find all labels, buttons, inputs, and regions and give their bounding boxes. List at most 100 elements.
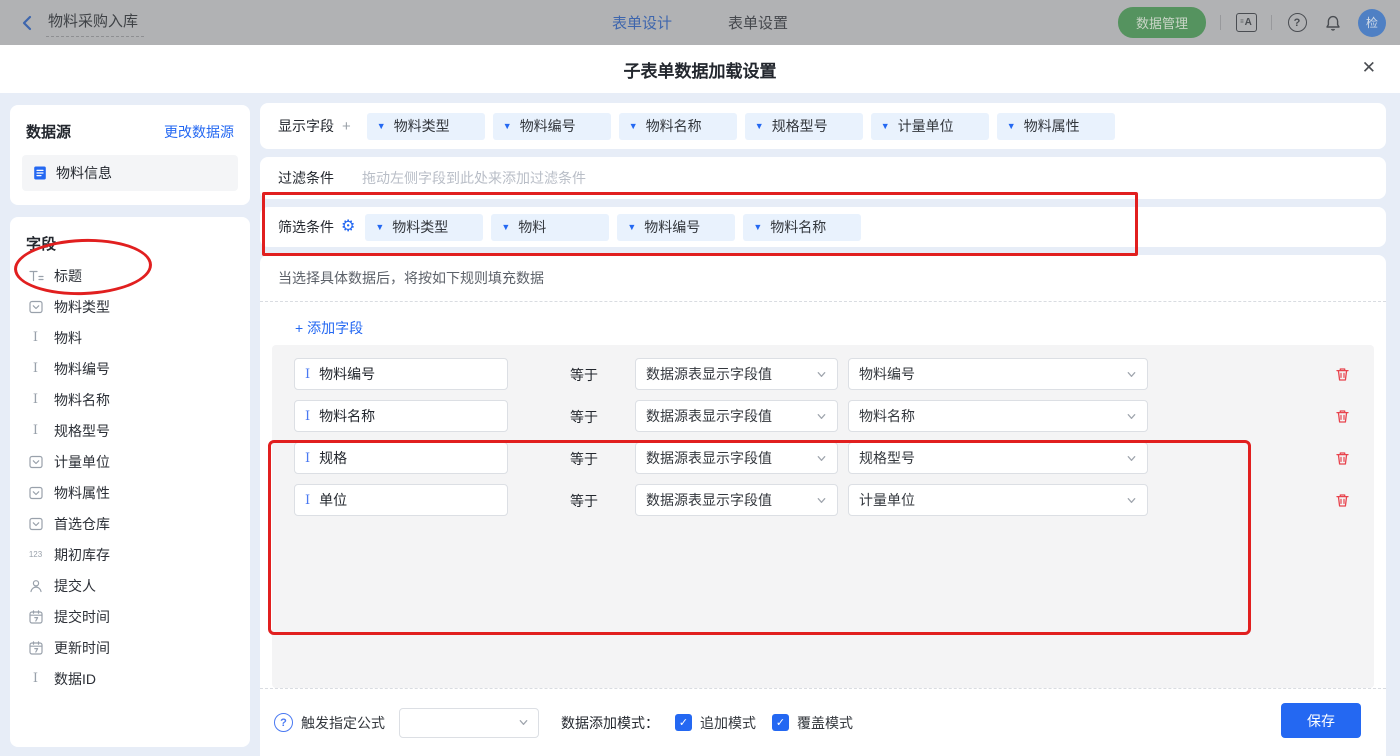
field-tag[interactable]: ▼ 计量单位 <box>870 112 989 140</box>
rule-source-select[interactable]: 数据源表显示字段值 <box>635 484 838 516</box>
back-arrow-icon[interactable] <box>18 14 36 32</box>
change-datasource-link[interactable]: 更改数据源 <box>164 122 234 142</box>
field-list-item[interactable]: I 物料 <box>10 322 250 353</box>
tag-label: 物料属性 <box>1023 118 1080 134</box>
add-field-link[interactable]: + 添加字段 <box>295 318 363 338</box>
field-list-item[interactable]: 首选仓库 <box>10 508 250 539</box>
datasource-title: 数据源 <box>26 124 72 141</box>
display-fields-label: 显示字段 <box>278 118 334 134</box>
field-tag[interactable]: ▼ 物料类型 <box>365 213 484 241</box>
display-fields-row: 显示字段 + ▼ 物料类型 ▼ 物料编号 ▼ 物料名称 ▼ 规格型号 ▼ 计量单位 ▼ 物料属性 <box>260 103 1386 149</box>
select-field-icon <box>27 298 44 315</box>
trash-icon[interactable] <box>1334 492 1351 509</box>
field-list-item[interactable]: I 物料名称 <box>10 384 250 415</box>
rule-value-select[interactable]: 物料名称 <box>848 400 1148 432</box>
tag-label: 物料 <box>518 219 547 235</box>
rule-source-select[interactable]: 数据源表显示字段值 <box>635 442 838 474</box>
field-tag[interactable]: ▼ 物料名称 <box>743 213 862 241</box>
field-tag[interactable]: ▼ 物料 <box>491 213 610 241</box>
caret-down-icon: ▼ <box>628 121 638 131</box>
field-tag[interactable]: ▼ 物料编号 <box>617 213 736 241</box>
field-list-item[interactable]: 物料类型 <box>10 291 250 322</box>
modal-footer: ? 触发指定公式 数据添加模式： ✓ 追加模式 ✓ 覆盖模式 保存 <box>260 688 1386 756</box>
mode-checkbox-追加模式[interactable]: ✓ 追加模式 <box>675 713 756 733</box>
rule-value-select[interactable]: 计量单位 <box>848 484 1148 516</box>
tag-label: 物料名称 <box>645 118 702 134</box>
rule-target-label: 物料名称 <box>319 408 376 424</box>
select-field-icon <box>27 515 44 532</box>
mode-checkboxes: ✓ 追加模式 ✓ 覆盖模式 <box>659 713 853 733</box>
caret-down-icon: ▼ <box>753 222 763 232</box>
notification-bell-icon[interactable] <box>1322 12 1344 34</box>
translate-icon[interactable]: ≡ A <box>1235 12 1257 34</box>
form-name[interactable]: 物料采购入库 <box>46 8 145 37</box>
field-list-item[interactable]: 提交人 <box>10 570 250 601</box>
field-list-item[interactable]: 计量单位 <box>10 446 250 477</box>
data-add-mode-label: 数据添加模式： <box>561 714 659 731</box>
field-list-item[interactable]: 123 期初库存 <box>10 539 250 570</box>
rule-target-field: I 物料名称 <box>294 400 508 432</box>
help-circle-icon[interactable]: ? <box>274 713 293 732</box>
trash-icon[interactable] <box>1334 450 1351 467</box>
tag-label: 物料类型 <box>392 219 449 235</box>
person-field-icon <box>27 577 44 594</box>
rule-value-select[interactable]: 规格型号 <box>848 442 1148 474</box>
field-tag[interactable]: ▼ 规格型号 <box>744 112 863 140</box>
text-field-icon: I <box>305 366 311 382</box>
field-tag[interactable]: ▼ 物料编号 <box>492 112 611 140</box>
field-list-item[interactable]: I 数据ID <box>10 663 250 694</box>
field-label: 物料编号 <box>54 360 110 377</box>
text-field-icon: I <box>32 423 39 438</box>
mode-checkbox-label: 追加模式 <box>700 714 756 731</box>
field-list-item[interactable]: I 规格型号 <box>10 415 250 446</box>
rule-value-select[interactable]: 物料编号 <box>848 358 1148 390</box>
field-list-item[interactable]: I 物料编号 <box>10 353 250 384</box>
rule-source-select[interactable]: 数据源表显示字段值 <box>635 400 838 432</box>
field-label: 标题 <box>54 267 82 284</box>
trash-icon[interactable] <box>1334 408 1351 425</box>
field-label: 计量单位 <box>54 453 110 470</box>
field-tag[interactable]: ▼ 物料类型 <box>366 112 485 140</box>
select-field-icon <box>27 453 44 470</box>
save-button[interactable]: 保存 <box>1281 703 1361 738</box>
data-manage-button[interactable]: 数据管理 <box>1117 7 1206 38</box>
tag-label: 计量单位 <box>897 118 954 134</box>
field-label: 物料类型 <box>54 298 110 315</box>
filter-dropzone-placeholder[interactable]: 拖动左侧字段到此处来添加过滤条件 <box>362 168 586 188</box>
chevron-down-icon <box>817 455 826 461</box>
help-icon[interactable]: ? <box>1286 12 1308 34</box>
gear-icon[interactable]: ⚙ <box>341 219 355 235</box>
add-display-field-button[interactable]: + <box>342 118 351 135</box>
field-list-item[interactable]: 提交时间 <box>10 601 250 632</box>
datasource-item[interactable]: 物料信息 <box>22 155 238 191</box>
top-navigation-bar: 物料采购入库 表单设计 表单设置 数据管理 ≡ A ? 检 <box>0 0 1400 45</box>
user-avatar[interactable]: 检 <box>1358 8 1386 37</box>
rule-value-label: 规格型号 <box>859 450 915 466</box>
date-field-icon <box>27 639 44 656</box>
tag-label: 物料类型 <box>393 118 450 134</box>
field-tag[interactable]: ▼ 物料名称 <box>618 112 737 140</box>
field-list-item[interactable]: 物料属性 <box>10 477 250 508</box>
checkbox-checked-icon[interactable]: ✓ <box>675 714 692 731</box>
trash-icon[interactable] <box>1334 366 1351 383</box>
close-icon[interactable]: ✕ <box>1362 58 1376 78</box>
field-list-item[interactable]: 更新时间 <box>10 632 250 663</box>
chevron-down-icon <box>1127 371 1136 377</box>
select-field-icon <box>27 484 44 501</box>
formula-select[interactable] <box>399 707 539 738</box>
field-list-item[interactable]: 标题 <box>10 260 250 291</box>
mode-checkbox-覆盖模式[interactable]: ✓ 覆盖模式 <box>772 713 853 733</box>
modal-header: 子表单数据加载设置 ✕ <box>0 45 1400 94</box>
checkbox-checked-icon[interactable]: ✓ <box>772 714 789 731</box>
caret-down-icon: ▼ <box>627 222 637 232</box>
fill-rules-card: 当选择具体数据后，将按如下规则填充数据 + 添加字段 I 物料编号 等于 数据源表显示… <box>260 255 1386 756</box>
mode-checkbox-label: 覆盖模式 <box>797 714 853 731</box>
tab-form-settings[interactable]: 表单设置 <box>728 12 788 33</box>
rules-panel: I 物料编号 等于 数据源表显示字段值 物料编号 I 物料名称 等于 数据源表显示字段值 物料名称… <box>272 345 1374 688</box>
sift-label: 筛选条件 <box>278 219 334 235</box>
rule-source-select[interactable]: 数据源表显示字段值 <box>635 358 838 390</box>
field-tag[interactable]: ▼ 物料属性 <box>996 112 1115 140</box>
tab-form-design[interactable]: 表单设计 <box>612 12 672 33</box>
field-label: 数据ID <box>54 670 96 687</box>
chevron-down-icon <box>817 413 826 419</box>
